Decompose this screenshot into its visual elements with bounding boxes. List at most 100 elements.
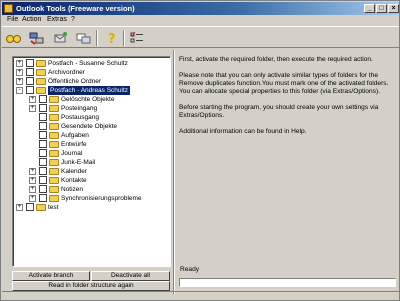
activate-branch-button[interactable]: Activate branch (12, 271, 90, 281)
help-icon[interactable]: ? (103, 30, 120, 47)
folder-checkbox[interactable] (39, 194, 47, 202)
tree-node[interactable]: + test (13, 203, 168, 212)
glasses-icon[interactable] (5, 30, 22, 46)
app-icon (4, 4, 13, 13)
folder-icon (49, 159, 59, 166)
deactivate-all-button[interactable]: Deactivate all (91, 271, 170, 281)
tree-node-label: Archivordner (48, 69, 85, 76)
maximize-button[interactable]: □ (376, 4, 387, 13)
tree-node[interactable]: - Postfach - Andreas Schultz (13, 86, 168, 95)
folder-icon (49, 123, 59, 130)
folder-icon (36, 87, 46, 94)
tree-node[interactable]: + Gelöschte Objekte (13, 95, 168, 104)
tree-node[interactable]: + Synchronisierungsprobleme (13, 194, 168, 203)
tree-node-label: Journal (61, 150, 83, 157)
title-bar: Outlook Tools (Freeware version) _ □ × (2, 2, 399, 15)
mailbox-icon[interactable] (52, 30, 69, 46)
tree-node[interactable]: Entwürfe (13, 140, 168, 149)
expand-icon[interactable]: + (16, 204, 23, 211)
tree-node[interactable]: + Kalender (13, 167, 168, 176)
tree-node[interactable]: + Kontakte (13, 176, 168, 185)
expand-icon[interactable]: + (29, 168, 36, 175)
folder-checkbox[interactable] (39, 104, 47, 112)
expand-icon[interactable]: + (29, 96, 36, 103)
tree-node[interactable]: + Archivordner (13, 68, 168, 77)
tree-node-label: Aufgaben (61, 132, 89, 139)
expand-icon[interactable]: + (29, 186, 36, 193)
menu-help[interactable]: ? (71, 16, 75, 23)
folder-icon (49, 96, 59, 103)
network-icon[interactable] (28, 30, 45, 46)
folder-checkbox[interactable] (39, 95, 47, 103)
folder-icon (36, 60, 46, 67)
mail-merge-icon[interactable] (75, 30, 92, 46)
folder-checkbox[interactable] (39, 158, 47, 166)
tree-node-label: Synchronisierungsprobleme (61, 195, 142, 202)
tree-node[interactable]: Aufgaben (13, 131, 168, 140)
window-title: Outlook Tools (Freeware version) (16, 4, 135, 13)
folder-icon (49, 141, 59, 148)
folder-icon (36, 78, 46, 85)
expand-icon[interactable]: + (16, 60, 23, 67)
expand-icon[interactable]: + (29, 177, 36, 184)
progress-bar (179, 278, 396, 287)
folder-checkbox[interactable] (39, 140, 47, 148)
folder-checkbox[interactable] (26, 68, 34, 76)
toolbar: ? (2, 26, 399, 48)
tree-node[interactable]: Journal (13, 149, 168, 158)
expand-icon[interactable]: + (29, 195, 36, 202)
info-paragraph: First, activate the required folder, the… (179, 56, 373, 63)
toolbar-separator (96, 30, 98, 46)
menu-action[interactable]: Action (22, 16, 41, 23)
tree-node-label: Gesendete Objekte (61, 123, 118, 130)
folder-checkbox[interactable] (39, 113, 47, 121)
tree-node-label: Öffentliche Ordner (48, 78, 101, 85)
close-button[interactable]: × (388, 4, 399, 13)
info-paragraph: Before starting the program, you should … (179, 104, 379, 119)
info-panel: First, activate the required folder, the… (179, 56, 394, 144)
folder-checkbox[interactable] (39, 122, 47, 130)
folder-tree[interactable]: + Postfach - Susanne Schultz + Archivordner… (12, 56, 171, 267)
minimize-button[interactable]: _ (364, 4, 375, 13)
folder-icon (36, 69, 46, 76)
info-paragraph: Please note that you can only activate s… (179, 72, 389, 95)
folder-checkbox[interactable] (26, 59, 34, 67)
tree-node-label: Postausgang (61, 114, 99, 121)
checklist-icon[interactable] (129, 30, 146, 46)
menu-bar: File Action Extras ? (2, 15, 399, 26)
tree-node-label: Posteingang (61, 105, 98, 112)
collapse-icon[interactable]: - (16, 87, 23, 94)
folder-icon (49, 150, 59, 157)
tree-node[interactable]: + Öffentliche Ordner (13, 77, 168, 86)
menu-file[interactable]: File (7, 16, 18, 23)
folder-icon (49, 195, 59, 202)
folder-checkbox[interactable] (26, 86, 34, 94)
tree-node[interactable]: + Posteingang (13, 104, 168, 113)
expand-icon[interactable]: + (16, 69, 23, 76)
main-window: Outlook Tools (Freeware version) _ □ × F… (0, 0, 400, 301)
folder-checkbox[interactable] (39, 131, 47, 139)
folder-icon (49, 132, 59, 139)
folder-checkbox[interactable] (39, 176, 47, 184)
folder-checkbox[interactable] (39, 167, 47, 175)
folder-checkbox[interactable] (39, 185, 47, 193)
tree-node-label: Kontakte (61, 177, 87, 184)
expand-icon[interactable]: + (16, 78, 23, 85)
tree-node[interactable]: + Postfach - Susanne Schultz (13, 59, 168, 68)
status-label: Ready (180, 266, 200, 273)
pane-splitter[interactable] (173, 50, 175, 294)
tree-node-label: Notizen (61, 186, 84, 193)
folder-checkbox[interactable] (26, 203, 34, 211)
expand-icon[interactable]: + (29, 105, 36, 112)
read-folder-structure-button[interactable]: Read in folder structure again (12, 281, 170, 291)
tree-node[interactable]: Gesendete Objekte (13, 122, 168, 131)
folder-checkbox[interactable] (26, 77, 34, 85)
tree-node[interactable]: Junk-E-Mail (13, 158, 168, 167)
tree-node[interactable]: Postausgang (13, 113, 168, 122)
tree-node[interactable]: + Notizen (13, 185, 168, 194)
tree-node-label: Postfach - Andreas Schultz (48, 86, 131, 95)
menu-extras[interactable]: Extras (47, 16, 67, 23)
folder-icon (36, 204, 46, 211)
folder-checkbox[interactable] (39, 149, 47, 157)
folder-icon (49, 177, 59, 184)
